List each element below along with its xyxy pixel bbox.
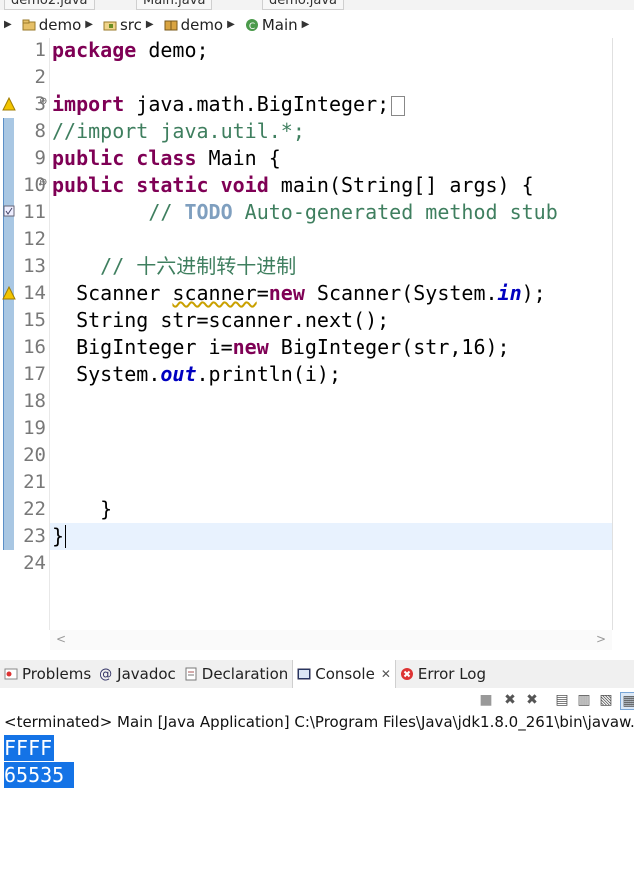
console-icon xyxy=(297,668,311,680)
tab-demo2[interactable]: demo2.java xyxy=(4,0,95,10)
line-number: 22 xyxy=(23,498,46,520)
line-number: 24 xyxy=(23,552,46,574)
tab-error-log[interactable]: Error Log xyxy=(396,660,490,688)
editor-tab-strip: demo2.java Main.java demo.java xyxy=(0,0,634,10)
source-folder-icon xyxy=(103,21,117,30)
breadcrumb-package[interactable]: demo xyxy=(164,15,224,34)
line-number: 8 xyxy=(34,120,46,142)
remove-all-terminated-icon[interactable]: ✖ xyxy=(524,692,540,708)
chevron-right-icon[interactable]: ▶ xyxy=(302,19,310,30)
line-number: 23 xyxy=(23,525,46,547)
line-number: 16 xyxy=(23,336,46,358)
line-number: 18 xyxy=(23,390,46,412)
code-line[interactable]: import java.math.BigInteger; xyxy=(52,91,406,118)
breadcrumb-package-label: demo xyxy=(180,15,224,34)
overview-ruler[interactable] xyxy=(612,38,634,630)
tab-declaration-label: Declaration xyxy=(201,665,289,683)
code-line[interactable]: // TODO Auto-generated method stub xyxy=(52,199,612,226)
breadcrumb-src-label: src xyxy=(119,15,142,34)
scroll-right-icon[interactable]: > xyxy=(596,632,606,646)
change-ruler xyxy=(3,118,14,550)
svg-text:C: C xyxy=(249,22,255,32)
tab-declaration[interactable]: Declaration xyxy=(180,660,292,688)
clear-console-icon[interactable]: ▤ xyxy=(554,692,570,708)
code-line[interactable]: System.out.println(i); xyxy=(52,361,341,388)
breadcrumb-class[interactable]: C Main xyxy=(245,16,298,34)
tab-console[interactable]: Console ✕ xyxy=(292,660,396,688)
chevron-right-icon[interactable]: ▶ xyxy=(4,19,12,30)
tab-javadoc[interactable]: @ Javadoc xyxy=(95,660,180,688)
chevron-right-icon[interactable]: ▶ xyxy=(146,19,154,30)
code-line[interactable]: // 十六进制转十进制 xyxy=(52,253,296,280)
scroll-left-icon[interactable]: < xyxy=(56,632,66,646)
code-line[interactable]: } xyxy=(52,496,112,523)
line-number: 3 xyxy=(34,93,46,115)
tab-console-label: Console xyxy=(315,665,375,683)
horizontal-scrollbar[interactable]: < > xyxy=(50,630,612,650)
console-output-line[interactable]: FFFF xyxy=(4,735,55,761)
error-log-icon xyxy=(400,668,413,680)
code-line[interactable]: BigInteger i=new BigInteger(str,16); xyxy=(52,334,510,361)
breadcrumb-class-label: Main xyxy=(261,15,298,34)
folded-imports-box[interactable] xyxy=(391,95,406,116)
line-number: 2 xyxy=(34,66,46,88)
code-line[interactable]: Scanner scanner=new Scanner(System.in); xyxy=(52,280,546,307)
declaration-icon xyxy=(185,667,197,681)
breadcrumb-project[interactable]: demo xyxy=(22,15,82,34)
console-output-line[interactable]: 65535 xyxy=(4,762,75,788)
line-number: 1 xyxy=(34,39,46,61)
line-number: 14 xyxy=(23,282,46,304)
scroll-lock-icon[interactable]: ▥ xyxy=(576,692,592,708)
current-line-highlight xyxy=(50,523,612,550)
console-toolbar: ■ ✖ ✖ ▤ ▥ ▧ ▦ xyxy=(0,688,634,712)
panel-tab-bar: Problems @ Javadoc Declaration Console ✕… xyxy=(0,660,634,689)
code-line[interactable]: //import java.util.*; xyxy=(52,118,305,145)
pin-console-icon[interactable]: ▦ xyxy=(620,692,634,710)
chevron-right-icon[interactable]: ▶ xyxy=(227,19,235,30)
line-number: 13 xyxy=(23,255,46,277)
package-icon xyxy=(164,20,178,30)
line-number: 19 xyxy=(23,417,46,439)
line-number: 21 xyxy=(23,471,46,493)
code-line[interactable]: } xyxy=(52,523,64,550)
project-icon xyxy=(22,19,36,30)
tab-main[interactable]: Main.java xyxy=(136,0,213,10)
breadcrumb: ▶ demo ▶ src ▶ demo ▶ C Main ▶ xyxy=(0,10,634,39)
breadcrumb-project-label: demo xyxy=(38,15,82,34)
breadcrumb-src[interactable]: src xyxy=(103,16,142,34)
line-number: 12 xyxy=(23,228,46,250)
tab-demo[interactable]: demo.java xyxy=(262,0,345,10)
code-line[interactable]: String str=scanner.next(); xyxy=(52,307,389,334)
line-number: 10 xyxy=(23,174,46,196)
line-number: 11 xyxy=(23,201,46,223)
tab-javadoc-label: Javadoc xyxy=(117,665,176,683)
code-line[interactable]: public static void main(String[] args) { xyxy=(52,172,534,199)
chevron-right-icon[interactable]: ▶ xyxy=(85,19,93,30)
tab-problems-label: Problems xyxy=(22,665,92,683)
line-number: 17 xyxy=(23,363,46,385)
word-wrap-icon[interactable]: ▧ xyxy=(598,692,614,708)
line-number: 20 xyxy=(23,444,46,466)
terminate-icon[interactable]: ■ xyxy=(478,692,494,708)
remove-launch-icon[interactable]: ✖ xyxy=(502,692,518,708)
code-line[interactable]: public class Main { xyxy=(52,145,281,172)
tab-problems[interactable]: Problems xyxy=(0,660,95,688)
code-line[interactable]: package demo; xyxy=(52,37,209,64)
problems-icon xyxy=(4,668,18,680)
line-number: 15 xyxy=(23,309,46,331)
line-number: 9 xyxy=(34,147,46,169)
tab-error-log-label: Error Log xyxy=(417,665,486,683)
close-icon[interactable]: ✕ xyxy=(381,667,391,681)
at-icon: @ xyxy=(99,667,113,682)
text-cursor xyxy=(65,525,66,548)
class-icon: C xyxy=(245,18,258,32)
gutter-separator xyxy=(49,38,50,630)
console-status: <terminated> Main [Java Application] C:\… xyxy=(4,713,634,731)
